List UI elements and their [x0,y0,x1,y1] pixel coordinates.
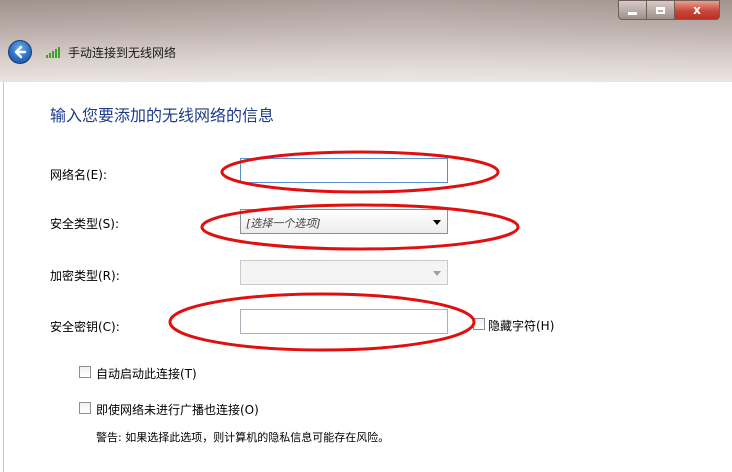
dialog-window: x 手动连接到无线网络 输入您要添加的无线网络的信息 网络名(E): 安全类型(… [0,0,732,472]
page-heading: 输入您要添加的无线网络的信息 [50,106,275,125]
network-name-label: 网络名(E): [50,168,107,182]
security-type-select[interactable]: [选择一个选项] [240,209,448,234]
wireless-signal-icon [46,46,62,58]
connect-hidden-checkbox[interactable] [79,402,91,414]
auto-start-checkbox[interactable] [79,366,91,378]
window-controls: x [618,0,720,20]
maximize-icon [656,6,665,14]
maximize-button[interactable] [646,0,674,20]
security-type-selected: [选择一个选项] [246,217,321,230]
minimize-icon [628,11,637,15]
security-type-label: 安全类型(S): [50,217,120,231]
connect-hidden-label: 即使网络未进行广播也连接(O) [96,403,259,417]
security-key-input[interactable] [240,309,448,334]
navigation-bar: 手动连接到无线网络 [8,38,176,66]
dialog-content: 输入您要添加的无线网络的信息 网络名(E): 安全类型(S): [选择一个选项]… [3,82,726,472]
back-arrow-icon [14,45,27,59]
title-bar: x 手动连接到无线网络 [0,0,732,82]
encryption-type-select[interactable] [240,260,448,285]
back-button[interactable] [8,40,32,64]
window-title: 手动连接到无线网络 [68,45,177,60]
minimize-button[interactable] [618,0,646,20]
auto-start-label: 自动启动此连接(T) [96,367,197,381]
network-name-input[interactable] [240,158,448,183]
security-key-label: 安全密钥(C): [50,320,120,334]
privacy-warning-text: 警告: 如果选择此选项，则计算机的隐私信息可能存在风险。 [96,431,390,444]
hide-characters-label: 隐藏字符(H) [488,319,555,333]
dropdown-caret-icon [433,220,441,225]
close-button[interactable]: x [674,0,720,20]
close-icon: x [693,3,701,17]
dropdown-caret-icon [433,271,441,276]
hide-characters-checkbox[interactable] [473,318,485,330]
encryption-type-label: 加密类型(R): [50,269,120,283]
